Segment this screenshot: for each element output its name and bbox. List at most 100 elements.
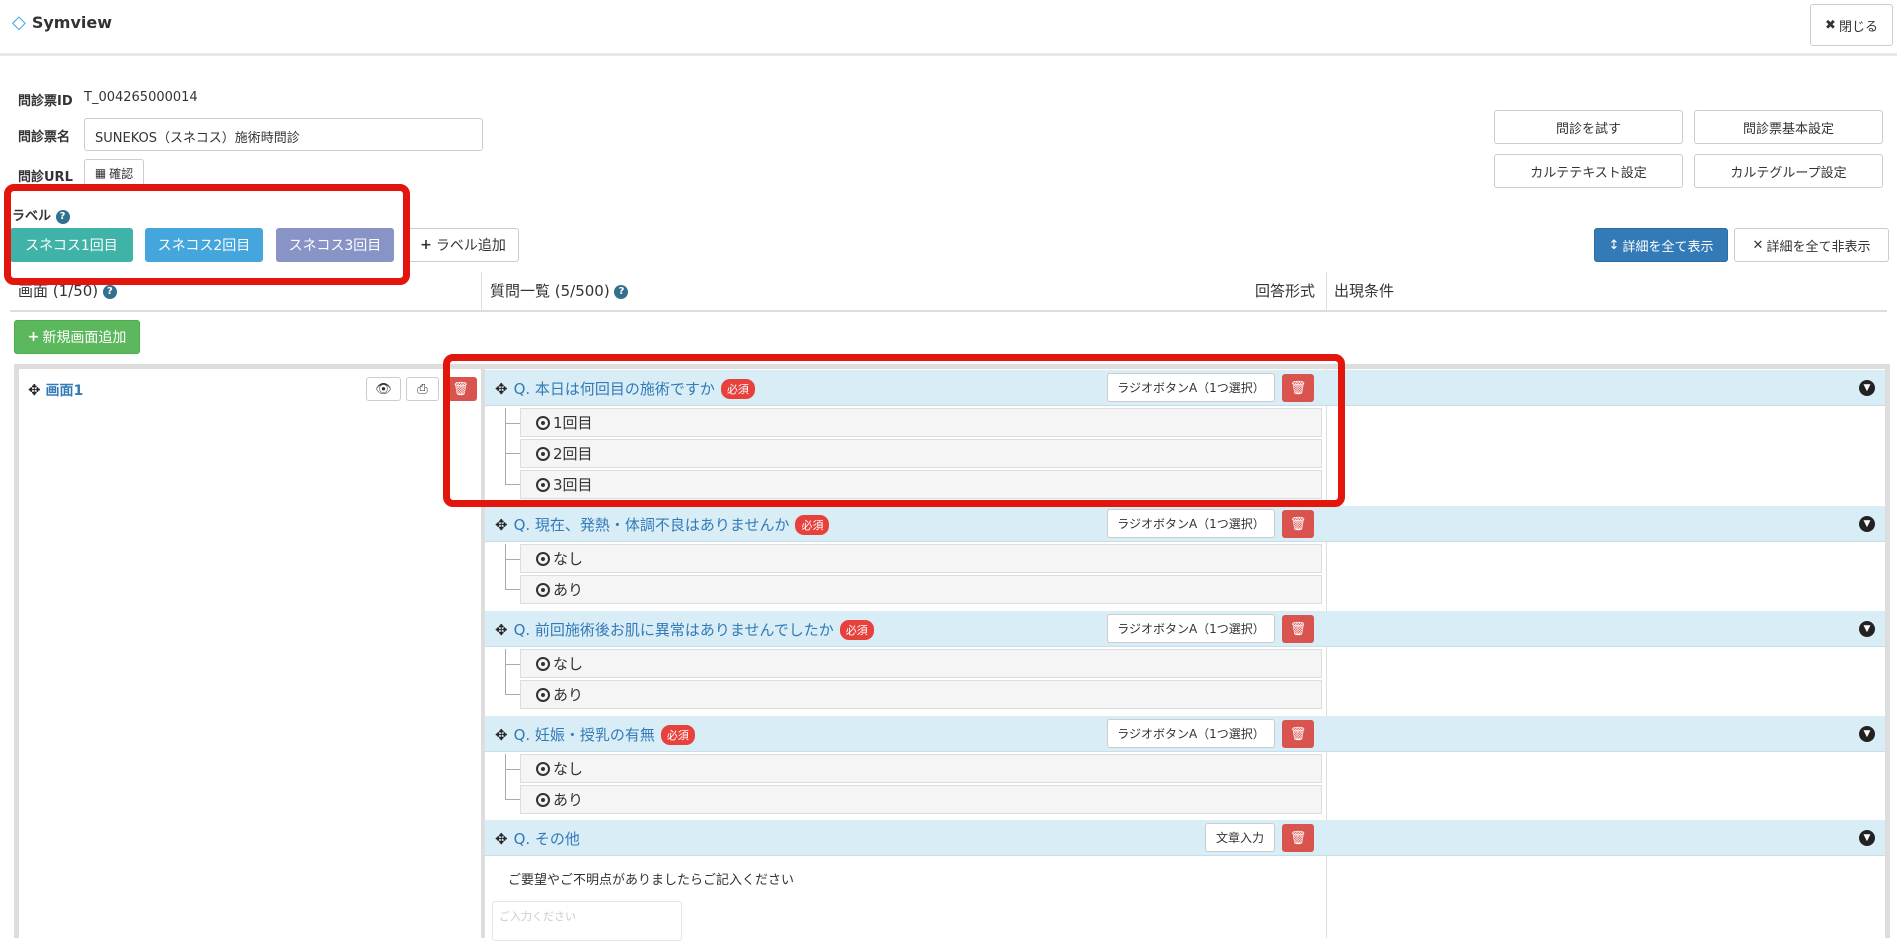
form-name-input[interactable]: SUNEKOS（スネコス）施術時問診 (84, 118, 483, 151)
collapse-all-button[interactable]: ✕ 詳細を全て非表示 (1734, 228, 1889, 262)
plus-icon: + (27, 329, 40, 345)
form-id-label: 問診票ID (18, 94, 73, 109)
column-divider (1326, 272, 1327, 310)
question-row[interactable]: ✥ Q. 妊娠・授乳の有無 必須 ラジオボタンA（1つ選択） 🗑 ▼ (485, 716, 1885, 752)
tree-branch (505, 769, 520, 770)
print-button[interactable]: ⎙ (406, 377, 439, 401)
question-title: Q. 妊娠・授乳の有無 (513, 726, 655, 744)
option-item: 2回目 (520, 439, 1322, 468)
conditions-header: 出現条件 (1334, 282, 1395, 300)
screen-list-panel (19, 369, 481, 938)
question-row[interactable]: ✥ Q. 現在、発熱・体調不良はありませんか 必須 ラジオボタンA（1つ選択） 🗑 … (485, 506, 1885, 542)
answer-type-button[interactable]: ラジオボタンA（1つ選択） (1107, 373, 1275, 402)
symview-logo-icon: ◇ (12, 12, 26, 33)
expand-all-label: 詳細を全て表示 (1622, 239, 1714, 255)
karte-text-settings-button[interactable]: カルテテキスト設定 (1494, 154, 1683, 188)
label-tag-3[interactable]: スネコス3回目 (276, 228, 394, 262)
option-label: なし (553, 760, 584, 778)
chevron-down-icon[interactable]: ▼ (1859, 380, 1875, 396)
add-screen-label: 新規画面追加 (42, 330, 127, 346)
tree-branch (505, 423, 520, 424)
required-badge: 必須 (795, 514, 830, 535)
help-icon[interactable]: ? (102, 284, 117, 299)
option-item: あり (520, 680, 1322, 709)
answer-type-button[interactable]: ラジオボタンA（1つ選択） (1107, 509, 1275, 538)
option-label: 3回目 (553, 476, 593, 494)
radio-icon (536, 551, 550, 566)
question-row[interactable]: ✥ Q. その他 文章入力 🗑 ▼ (485, 820, 1885, 856)
question-row[interactable]: ✥ Q. 前回施術後お肌に異常はありませんでしたか 必須 ラジオボタンA（1つ選択）… (485, 611, 1885, 647)
move-icon[interactable]: ✥ (495, 830, 508, 848)
question-title: Q. その他 (513, 830, 580, 848)
trash-icon: 🗑 (1289, 621, 1307, 637)
help-icon[interactable]: ? (614, 284, 629, 299)
app-header: ◇ Symview ✖ 閉じる (0, 0, 1897, 56)
collapse-all-label: 詳細を全て非表示 (1766, 239, 1871, 255)
label-tag-1[interactable]: スネコス1回目 (10, 228, 133, 262)
try-interview-button[interactable]: 問診を試す (1494, 110, 1683, 144)
tree-branch (505, 799, 520, 800)
screen-item[interactable]: ✥ 画面1 (28, 380, 83, 400)
screen-name: 画面1 (45, 383, 84, 399)
tree-branch (505, 589, 520, 590)
trash-icon: 🗑 (452, 381, 469, 397)
url-confirm-label: 確認 (109, 166, 134, 181)
move-icon[interactable]: ✥ (495, 380, 508, 398)
question-row[interactable]: ✥ Q. 本日は何回目の施術ですか 必須 ラジオボタンA（1つ選択） 🗑 ▼ (485, 370, 1885, 406)
screens-column-header: 画面 (1/50) ? (18, 280, 117, 301)
chevron-down-icon[interactable]: ▼ (1859, 726, 1875, 742)
tree-line (505, 408, 506, 484)
delete-question-button[interactable]: 🗑 (1282, 824, 1314, 852)
answer-type-button[interactable]: ラジオボタンA（1つ選択） (1107, 719, 1275, 748)
close-button[interactable]: ✖ 閉じる (1810, 4, 1893, 46)
option-label: あり (553, 581, 584, 599)
add-label-button[interactable]: + ラベル追加 (407, 228, 519, 262)
option-label: あり (553, 791, 584, 809)
answer-type-button[interactable]: ラジオボタンA（1つ選択） (1107, 614, 1275, 643)
form-name-label: 問診票名 (18, 130, 71, 145)
trash-icon: 🗑 (1289, 726, 1307, 742)
tree-line (505, 544, 506, 589)
add-screen-button[interactable]: + 新規画面追加 (14, 320, 140, 354)
url-confirm-button[interactable]: ▦ 確認 (84, 159, 144, 187)
option-item: なし (520, 754, 1322, 783)
tree-branch (505, 694, 520, 695)
close-label: 閉じる (1838, 19, 1878, 35)
screens-header-text: 画面 (1/50) (18, 282, 99, 300)
radio-icon (536, 656, 550, 671)
chevron-down-icon[interactable]: ▼ (1859, 621, 1875, 637)
logo: ◇ Symview (12, 12, 112, 33)
preview-button[interactable]: 👁 (366, 377, 401, 401)
answer-textarea[interactable]: ご入力ください (492, 901, 682, 941)
option-label: あり (553, 686, 584, 704)
help-icon[interactable]: ? (55, 209, 70, 224)
delete-screen-button[interactable]: 🗑 (444, 377, 477, 401)
delete-question-button[interactable]: 🗑 (1282, 720, 1314, 748)
move-icon[interactable]: ✥ (495, 621, 508, 639)
chevron-down-icon[interactable]: ▼ (1859, 516, 1875, 532)
required-badge: 必須 (660, 724, 695, 745)
delete-question-button[interactable]: 🗑 (1282, 510, 1314, 538)
radio-icon (536, 687, 550, 702)
option-label: なし (553, 655, 584, 673)
delete-question-button[interactable]: 🗑 (1282, 374, 1314, 402)
delete-question-button[interactable]: 🗑 (1282, 615, 1314, 643)
form-url-label: 問診URL (18, 170, 73, 185)
karte-group-settings-button[interactable]: カルテグループ設定 (1694, 154, 1883, 188)
tree-branch (505, 559, 520, 560)
chevron-down-icon[interactable]: ▼ (1859, 830, 1875, 846)
answer-type-button[interactable]: 文章入力 (1205, 823, 1275, 852)
option-item: 3回目 (520, 470, 1322, 499)
add-label-text: ラベル追加 (435, 238, 506, 254)
expand-all-button[interactable]: ↕ 詳細を全て表示 (1594, 228, 1728, 262)
trash-icon: 🗑 (1289, 830, 1307, 846)
compress-icon: ✕ (1752, 237, 1764, 253)
radio-icon (536, 761, 550, 776)
move-icon[interactable]: ✥ (495, 516, 508, 534)
radio-icon (536, 477, 550, 492)
radio-icon (536, 415, 550, 430)
label-tag-2[interactable]: スネコス2回目 (145, 228, 263, 262)
move-icon[interactable]: ✥ (495, 726, 508, 744)
basic-settings-button[interactable]: 問診票基本設定 (1694, 110, 1883, 144)
move-icon[interactable]: ✥ (28, 381, 41, 399)
